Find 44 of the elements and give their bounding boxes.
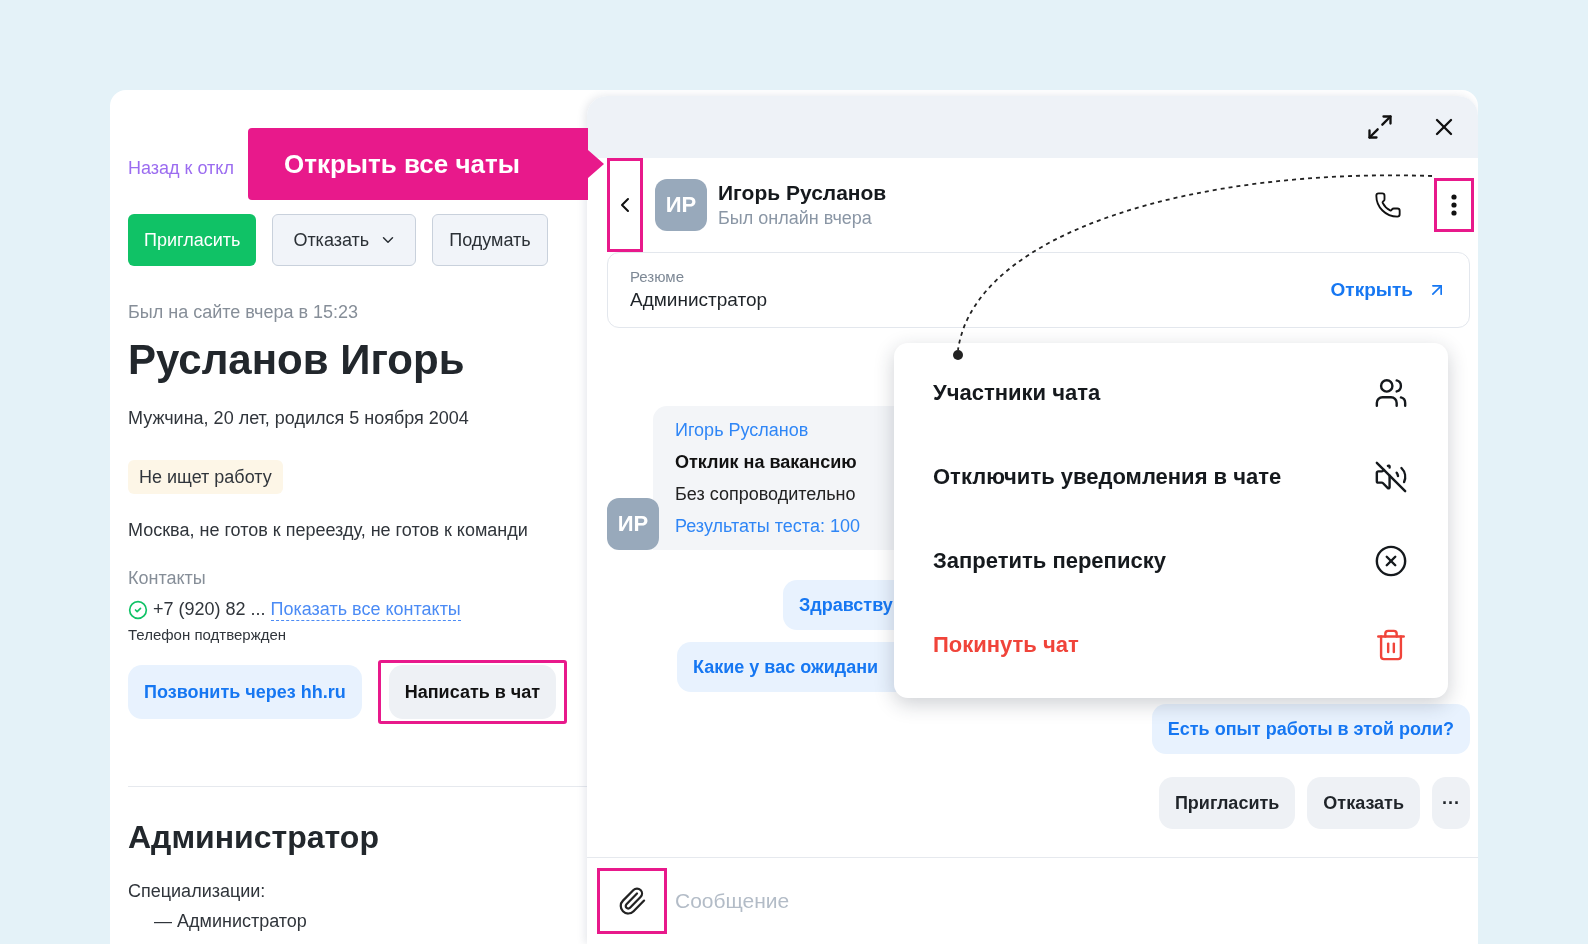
phone-icon[interactable]: [1374, 191, 1402, 219]
more-button[interactable]: [1434, 178, 1474, 232]
call-button[interactable]: Позвонить через hh.ru: [128, 665, 362, 719]
position-title: Администратор: [128, 818, 379, 857]
chat-button[interactable]: Написать в чат: [388, 665, 557, 719]
resume-title: Администратор: [630, 288, 768, 312]
candidate-details: Мужчина, 20 лет, родился 5 ноября 2004: [128, 407, 469, 430]
back-link[interactable]: Назад к откл: [128, 156, 234, 180]
message-bubble: Есть опыт работы в этой роли?: [1151, 704, 1470, 754]
users-icon: [1374, 376, 1408, 410]
callout: Открыть все чаты: [248, 128, 604, 200]
resume-label: Резюме: [630, 267, 685, 287]
location-text: Москва, не готов к переезду, не готов к команди: [128, 519, 528, 542]
quick-action-button[interactable]: Пригласить: [1158, 777, 1296, 829]
phone-number: +7 (920) 82 ...: [153, 599, 266, 620]
block-icon: [1374, 544, 1408, 578]
more-icon: [1451, 194, 1457, 216]
paperclip-icon: [617, 886, 647, 916]
specializations-label: Специализации:: [128, 880, 266, 903]
message-text: Без сопроводительно: [675, 483, 857, 506]
open-resume-link[interactable]: Открыть: [1330, 279, 1447, 301]
message-author: Игорь Русланов: [675, 419, 810, 442]
contacts-label: Контакты: [128, 567, 206, 590]
specialization-item: — Администратор: [153, 910, 307, 933]
reject-dropdown[interactable]: Отказать: [272, 214, 417, 266]
attach-button[interactable]: [597, 868, 667, 934]
think-button[interactable]: Подумать: [432, 214, 548, 266]
last-seen: Был на сайте вчера в 15:23: [128, 301, 359, 324]
candidate-name: Русланов Игорь: [128, 335, 465, 385]
quick-action-button[interactable]: Отказать: [1307, 777, 1420, 829]
more-actions-button[interactable]: ···: [1432, 777, 1470, 829]
mute-icon: [1374, 460, 1408, 494]
menu-item[interactable]: Участники чата: [894, 351, 1448, 435]
avatar: ИР: [607, 498, 659, 550]
back-button[interactable]: [607, 158, 643, 252]
status-tag: Не ищет работу: [128, 460, 283, 494]
contact-name: Игорь Русланов: [718, 180, 888, 206]
expand-icon[interactable]: [1366, 113, 1394, 141]
message-input[interactable]: Сообщение: [673, 888, 1478, 914]
menu-item[interactable]: Отключить уведомления в чате: [894, 435, 1448, 519]
phone-note: Телефон подтвержден: [128, 625, 287, 645]
avatar: ИР: [655, 179, 707, 231]
online-status: Был онлайн вчера: [718, 207, 873, 230]
trash-icon: [1374, 628, 1408, 662]
